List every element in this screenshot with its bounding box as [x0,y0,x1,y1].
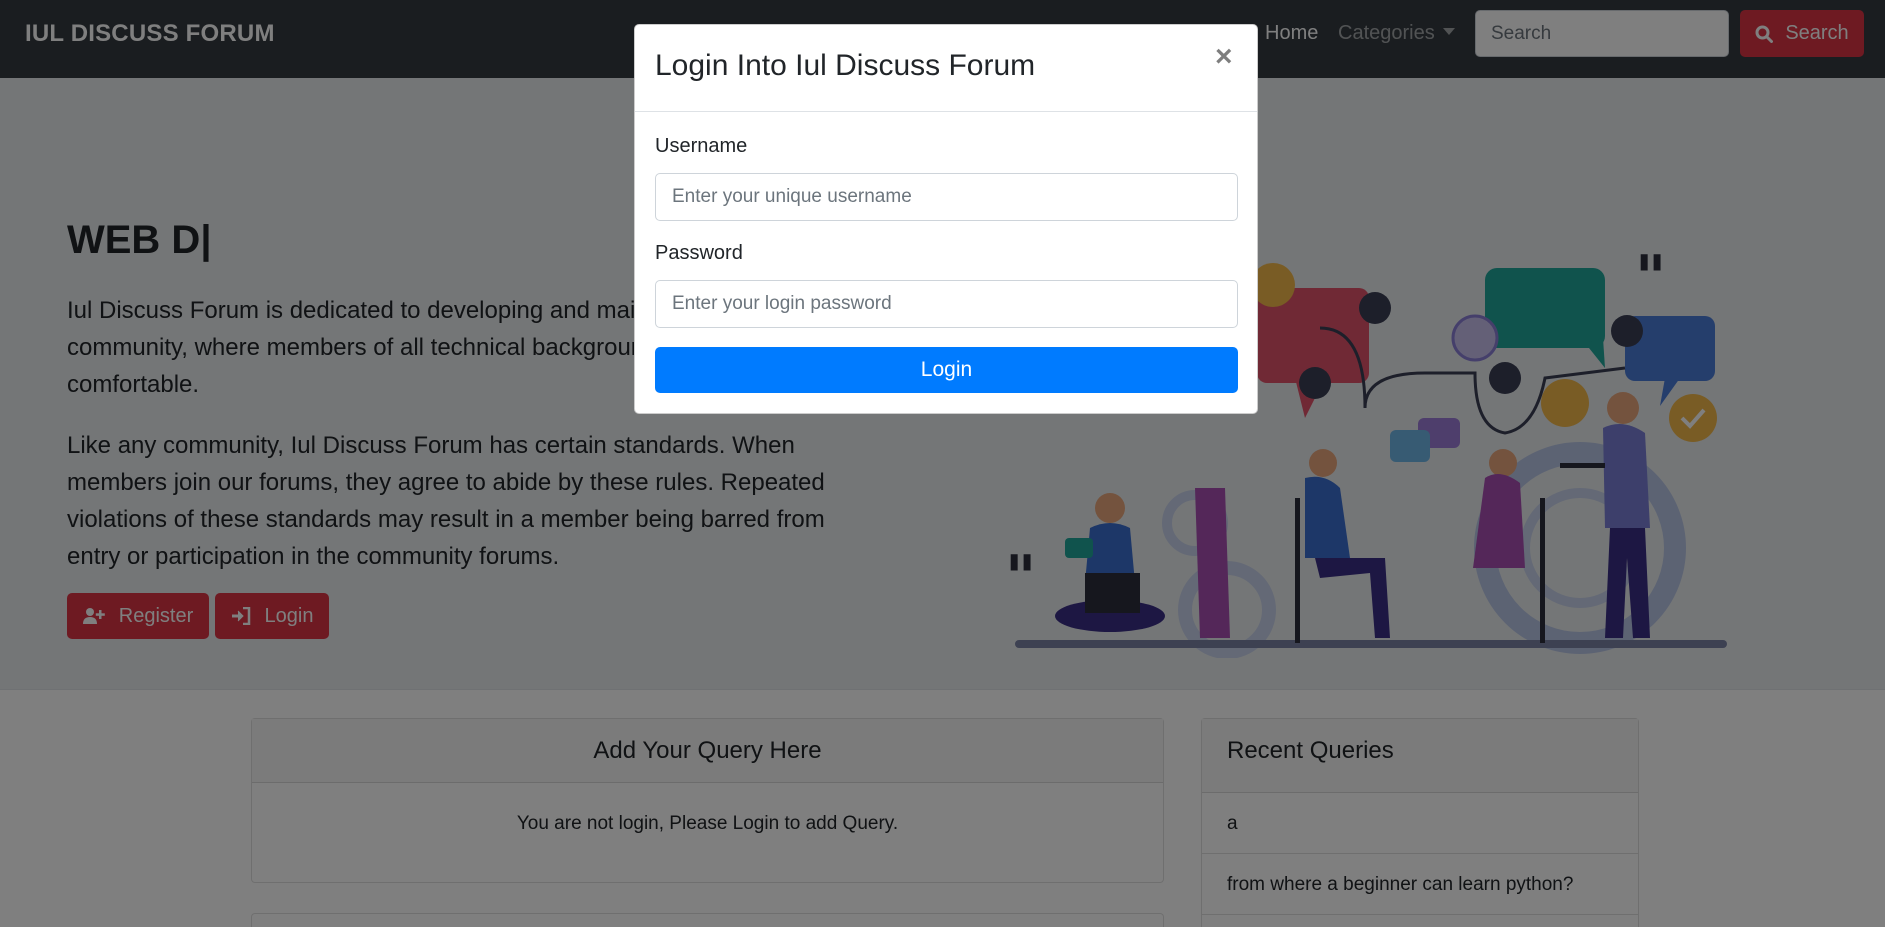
username-field[interactable] [655,173,1238,221]
login-modal: Login Into Iul Discuss Forum × Username … [634,24,1258,414]
modal-header: Login Into Iul Discuss Forum × [635,25,1257,112]
modal-title: Login Into Iul Discuss Forum [655,49,1036,82]
password-label: Password [655,242,743,264]
username-label: Username [655,135,748,157]
password-field[interactable] [655,280,1238,328]
close-icon[interactable]: × [1215,42,1233,72]
modal-login-button[interactable]: Login [655,347,1238,393]
